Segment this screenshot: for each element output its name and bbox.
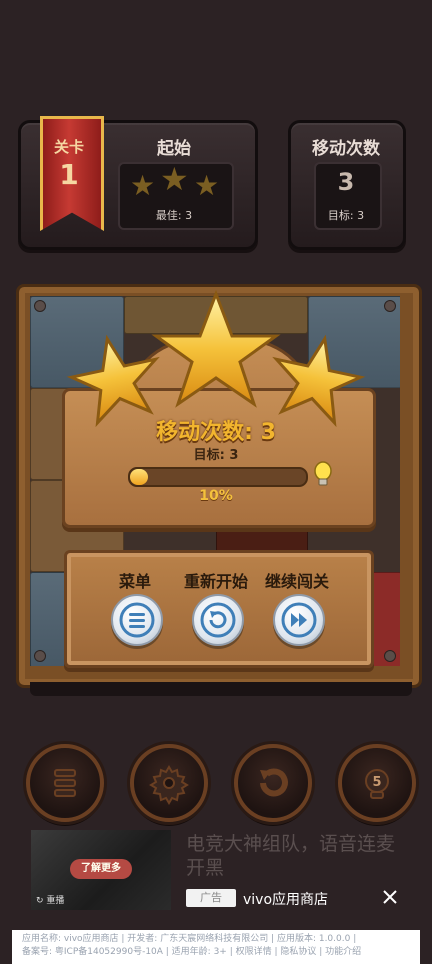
screw-icon — [34, 300, 46, 312]
level-label: 关卡 — [53, 138, 84, 156]
close-icon[interactable] — [380, 887, 400, 907]
hint-button[interactable]: 5 — [338, 744, 416, 822]
ad-badge: 广告 — [186, 889, 236, 907]
menu-label: 菜单 — [118, 572, 151, 591]
best-label: 最佳: 3 — [155, 209, 193, 222]
screw-icon — [384, 300, 396, 312]
list-icon — [54, 769, 76, 797]
undo-icon — [260, 768, 288, 797]
ad-replay[interactable]: ↻ 重播 — [36, 893, 64, 906]
gear-icon — [149, 765, 189, 805]
star-icon: ★ — [160, 160, 189, 198]
progress-fill — [130, 469, 148, 485]
footer-line-2: 备案号: 粤ICP备14052990号-10A | 适用年龄: 3+ | 权限详… — [22, 947, 362, 957]
star-icon — [272, 334, 366, 428]
hint-bulb-icon: 5 — [365, 769, 389, 799]
star-icon: ★ — [194, 169, 220, 202]
start-label: 起始 — [157, 139, 191, 159]
restart-button[interactable] — [192, 594, 244, 646]
moves-label: 移动次数 — [312, 139, 380, 159]
ad-replay-label: 重播 — [46, 896, 65, 906]
restart-icon — [200, 602, 236, 638]
ad-title[interactable]: 电竞大神组队，语音连麦开黑 — [186, 832, 406, 880]
menu-button[interactable] — [111, 594, 163, 646]
replay-icon: ↻ — [36, 896, 47, 906]
screw-icon — [34, 650, 46, 662]
fast-forward-icon — [281, 602, 317, 638]
undo-button[interactable] — [234, 744, 312, 822]
target-label: 目标: 3 — [327, 209, 365, 222]
screw-icon — [384, 650, 396, 662]
result-moves: 移动次数: 3 — [156, 420, 276, 445]
ad-learn-more-button[interactable]: 了解更多 — [70, 859, 132, 879]
menu-list-icon — [119, 602, 155, 638]
continue-button[interactable] — [273, 594, 325, 646]
settings-button[interactable] — [130, 744, 208, 822]
footer-line-1: 应用名称: vivo应用商店 | 开发者: 广东天宸网络科技有限公司 | 应用版… — [22, 934, 357, 944]
restart-label: 重新开始 — [183, 572, 248, 591]
progress-percent: 10% — [199, 488, 233, 504]
star-icon — [151, 290, 281, 408]
levels-button[interactable] — [26, 744, 104, 822]
lightbulb-icon — [314, 461, 332, 486]
level-number: 1 — [59, 158, 79, 191]
ad-store-name[interactable]: vivo应用商店 — [243, 889, 328, 909]
board-shadow — [30, 682, 412, 696]
result-stars — [66, 290, 366, 428]
app-info-footer: 应用名称: vivo应用商店 | 开发者: 广东天宸网络科技有限公司 | 应用版… — [12, 930, 420, 964]
hint-count: 5 — [372, 775, 381, 790]
continue-label: 继续闯关 — [264, 572, 329, 591]
moves-value: 3 — [337, 168, 355, 196]
star-icon — [66, 334, 160, 428]
progress-bar — [128, 467, 308, 487]
star-icon: ★ — [130, 169, 156, 202]
